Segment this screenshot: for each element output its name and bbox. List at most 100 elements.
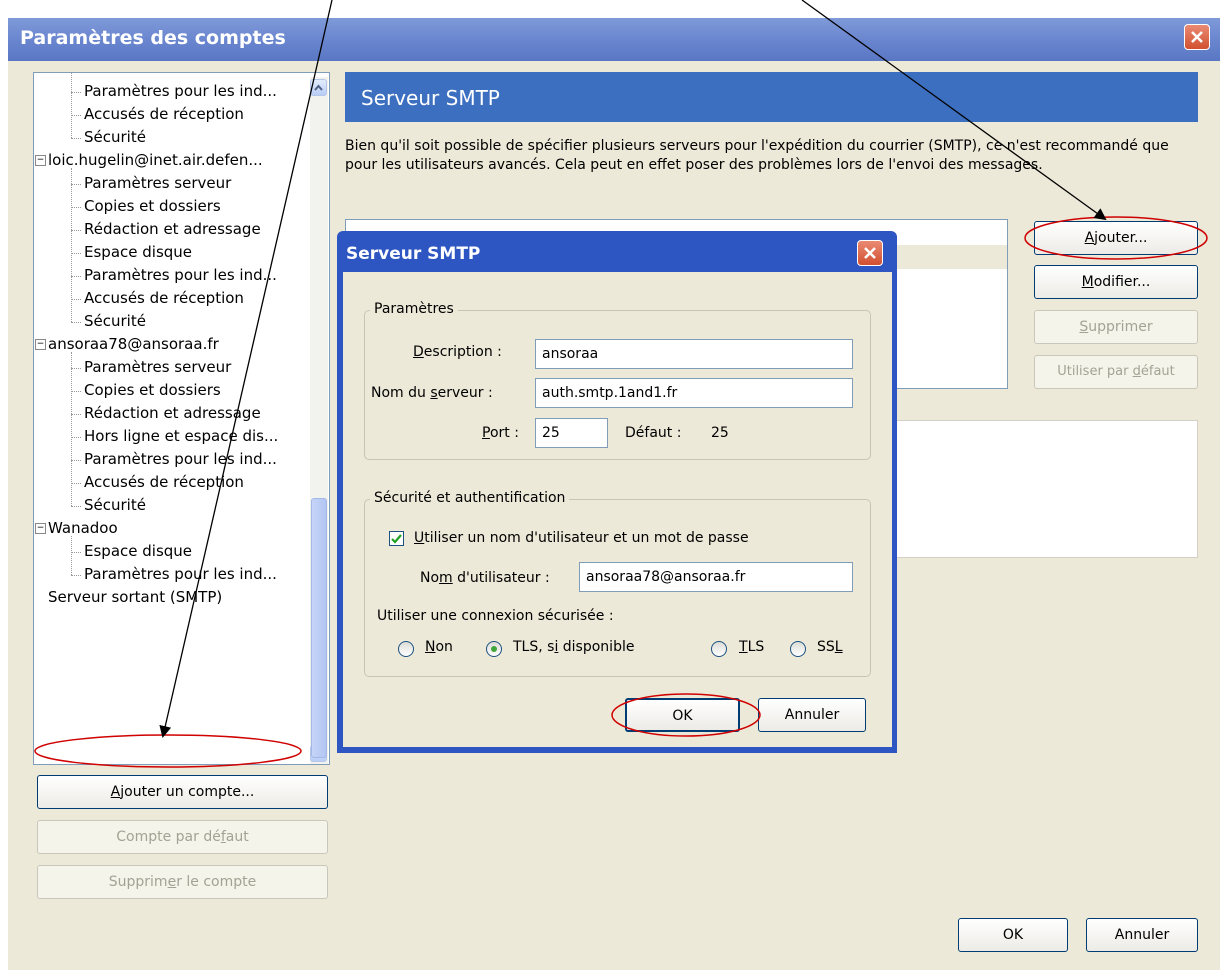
tree-connector bbox=[71, 368, 81, 369]
tree-item[interactable]: Accusés de réception bbox=[84, 103, 244, 126]
smtp-banner-title: Serveur SMTP bbox=[361, 86, 500, 110]
radio-tls-if-available[interactable] bbox=[486, 641, 502, 657]
account-tree[interactable]: Paramètres pour les ind... Accusés de réc… bbox=[33, 72, 330, 765]
scroll-thumb[interactable] bbox=[311, 498, 327, 758]
remove-account-button[interactable]: Supprimer le compte bbox=[37, 865, 328, 899]
set-default-server-button[interactable]: Utiliser par défaut bbox=[1034, 355, 1198, 389]
tree-item[interactable]: Espace disque bbox=[84, 241, 192, 264]
default-account-label-rest: aut bbox=[225, 829, 249, 845]
username-accesskey: m bbox=[439, 570, 453, 586]
tree-connector bbox=[71, 92, 81, 93]
tree-item[interactable]: Paramètres pour les ind... bbox=[84, 80, 277, 103]
tree-item[interactable]: Accusés de réception bbox=[84, 287, 244, 310]
tree-item[interactable]: Paramètres serveur bbox=[84, 356, 231, 379]
server-name-input[interactable]: auth.smtp.1and1.fr bbox=[535, 378, 853, 408]
description-label: Description : bbox=[413, 344, 502, 360]
radio-none[interactable] bbox=[398, 641, 414, 657]
modify-server-button[interactable]: Modifier... bbox=[1034, 265, 1198, 299]
add-account-accesskey: A bbox=[110, 784, 121, 800]
server-name-label: Nom du serveur : bbox=[371, 385, 493, 401]
radio-tls-label[interactable]: TLS bbox=[739, 639, 764, 655]
description-accesskey: D bbox=[413, 344, 424, 360]
port-label-rest: ort : bbox=[489, 425, 519, 441]
use-auth-checkbox[interactable] bbox=[389, 531, 404, 546]
radio-tls-accesskey: T bbox=[739, 639, 748, 655]
add-account-button[interactable]: Ajouter un compte... bbox=[37, 775, 328, 809]
radio-tls-if-available-label-rest: disponible bbox=[558, 639, 635, 655]
tree-connector bbox=[71, 391, 81, 392]
description-input[interactable]: ansoraa bbox=[535, 339, 853, 369]
radio-none-accesskey: N bbox=[425, 639, 436, 655]
checkmark-icon bbox=[391, 534, 402, 544]
use-auth-label[interactable]: Utiliser un nom d'utilisateur et un mot … bbox=[414, 530, 749, 546]
chevron-up-icon bbox=[314, 84, 323, 91]
tree-connector bbox=[71, 575, 81, 576]
radio-ssl-label[interactable]: SSL bbox=[817, 639, 843, 655]
dialog-ok-button[interactable]: OK bbox=[625, 698, 740, 732]
radio-tls-if-available-label-pre: TLS, s bbox=[513, 639, 555, 655]
add-server-button[interactable]: Ajouter... bbox=[1034, 221, 1198, 255]
window-close-button[interactable] bbox=[1184, 24, 1210, 50]
tree-item[interactable]: Espace disque bbox=[84, 540, 192, 563]
dialog-cancel-button[interactable]: Annuler bbox=[758, 698, 866, 732]
tree-item[interactable]: Hors ligne et espace dis... bbox=[84, 425, 278, 448]
set-default-label: Utiliser par bbox=[1057, 364, 1133, 379]
radio-tls-label-rest: LS bbox=[747, 639, 765, 655]
dialog-close-button[interactable] bbox=[857, 240, 883, 266]
username-input[interactable]: ansoraa78@ansoraa.fr bbox=[579, 562, 853, 592]
collapse-icon[interactable]: − bbox=[35, 155, 46, 166]
tree-item[interactable]: Paramètres pour les ind... bbox=[84, 448, 277, 471]
radio-tls[interactable] bbox=[711, 641, 727, 657]
tree-connector bbox=[71, 536, 72, 575]
tree-account-node[interactable]: ansoraa78@ansoraa.fr bbox=[48, 333, 219, 356]
delete-server-button[interactable]: Supprimer bbox=[1034, 310, 1198, 344]
collapse-icon[interactable]: − bbox=[35, 339, 46, 350]
tree-connector bbox=[71, 552, 81, 553]
cancel-button[interactable]: Annuler bbox=[1086, 918, 1198, 952]
tree-connector bbox=[71, 299, 81, 300]
tree-item[interactable]: Rédaction et adressage bbox=[84, 402, 261, 425]
remove-account-accesskey: e bbox=[167, 874, 177, 890]
scroll-up-button[interactable] bbox=[310, 79, 327, 96]
tree-account-node[interactable]: Serveur sortant (SMTP) bbox=[48, 586, 222, 609]
radio-tls-if-available-label[interactable]: TLS, si disponible bbox=[513, 639, 634, 655]
tree-connector bbox=[71, 207, 81, 208]
tree-item[interactable]: Paramètres pour les ind... bbox=[84, 563, 277, 586]
tree-connector bbox=[71, 322, 81, 323]
add-server-label-rest: jouter... bbox=[1094, 230, 1148, 246]
port-input[interactable]: 25 bbox=[535, 418, 608, 448]
add-account-label-rest: jouter un compte... bbox=[120, 784, 255, 800]
collapse-icon[interactable]: − bbox=[35, 523, 46, 534]
delete-server-label-rest: upprimer bbox=[1088, 319, 1153, 335]
radio-ssl[interactable] bbox=[790, 641, 806, 657]
smtp-description: Bien qu'il soit possible de spécifier pl… bbox=[345, 138, 1169, 173]
port-default-value: 25 bbox=[711, 425, 729, 441]
server-name-label-pre: Nom du bbox=[371, 385, 431, 401]
close-icon bbox=[864, 247, 876, 259]
tree-item[interactable]: Accusés de réception bbox=[84, 471, 244, 494]
tree-item[interactable]: Sécurité bbox=[84, 126, 146, 149]
tree-account-node[interactable]: Wanadoo bbox=[48, 517, 118, 540]
set-default-accesskey: d bbox=[1132, 364, 1141, 379]
use-auth-label-rest: tiliser un nom d'utilisateur et un mot d… bbox=[424, 530, 749, 546]
tree-account-node[interactable]: loic.hugelin@inet.air.defen... bbox=[48, 149, 263, 172]
tree-connector bbox=[71, 73, 72, 138]
tree-item[interactable]: Paramètres pour les ind... bbox=[84, 264, 277, 287]
tree-connector bbox=[71, 460, 81, 461]
tree-item[interactable]: Sécurité bbox=[84, 310, 146, 333]
tree-item[interactable]: Sécurité bbox=[84, 494, 146, 517]
window-title: Paramètres des comptes bbox=[20, 27, 286, 49]
ok-button[interactable]: OK bbox=[958, 918, 1068, 952]
radio-none-label[interactable]: Non bbox=[425, 639, 453, 655]
remove-account-label-rest: r le compte bbox=[176, 874, 257, 890]
radio-ssl-label-pre: SS bbox=[817, 639, 835, 655]
default-account-button[interactable]: Compte par défaut bbox=[37, 820, 328, 854]
tree-item[interactable]: Paramètres serveur bbox=[84, 172, 231, 195]
tree-item[interactable]: Copies et dossiers bbox=[84, 195, 221, 218]
tree-item[interactable]: Rédaction et adressage bbox=[84, 218, 261, 241]
tree-connector bbox=[71, 483, 81, 484]
delete-server-accesskey: S bbox=[1079, 319, 1089, 335]
tree-item[interactable]: Copies et dossiers bbox=[84, 379, 221, 402]
username-label: Nom d'utilisateur : bbox=[420, 570, 550, 586]
tree-connector bbox=[71, 414, 81, 415]
